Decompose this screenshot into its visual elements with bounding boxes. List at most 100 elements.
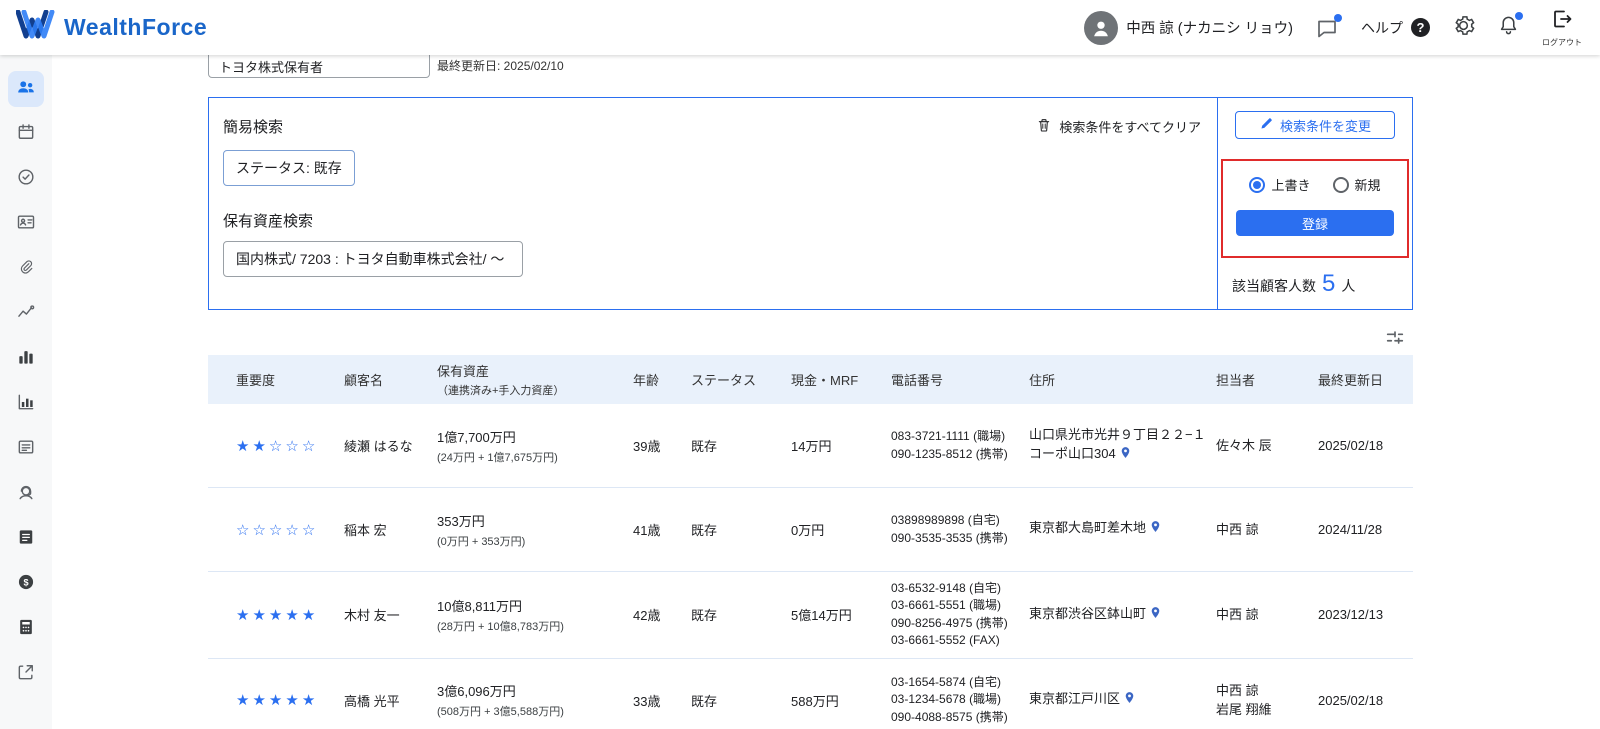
main-content: トヨタ株式保有者 最終更新日: 2025/02/10 簡易検索 ステータス: 既… — [52, 0, 1600, 729]
col-address: 住所 — [1029, 373, 1056, 388]
col-name: 顧客名 — [344, 373, 384, 388]
last-updated-text: 最終更新日: 2025/02/10 — [437, 59, 564, 73]
sidebar-item-customers[interactable] — [8, 71, 44, 107]
location-pin-icon[interactable] — [1123, 691, 1136, 709]
manager-cell: 中西 諒 — [1216, 521, 1259, 537]
page: $ WealthForce 中西 諒 (ナカニシ リョウ) ヘルプ ? ログアウ… — [0, 0, 1600, 729]
cash-cell: 588万円 — [791, 693, 839, 709]
svg-text:$: $ — [23, 577, 28, 587]
col-age: 年齢 — [633, 373, 660, 388]
col-status: ステータス — [691, 373, 757, 388]
notifications-button[interactable] — [1497, 11, 1523, 42]
note-icon — [16, 527, 36, 552]
question-icon: ? — [1411, 18, 1430, 37]
radio-overwrite[interactable]: 上書き — [1249, 175, 1311, 194]
status-filter-chip[interactable]: ステータス: 既存 — [223, 150, 355, 186]
customer-name[interactable]: 高橋 光平 — [344, 683, 437, 718]
sidebar-item-assets[interactable]: $ — [8, 566, 44, 602]
sidebar-item-equalizer[interactable] — [8, 341, 44, 377]
age-cell: 41歳 — [633, 523, 661, 538]
sidebar-item-support[interactable] — [8, 476, 44, 512]
sidebar-item-attachments[interactable] — [8, 251, 44, 287]
register-button[interactable]: 登録 — [1236, 210, 1394, 236]
radio-new-label: 新規 — [1354, 178, 1381, 193]
user-menu[interactable]: 中西 諒 (ナカニシ リョウ) — [1084, 10, 1293, 45]
age-cell: 42歳 — [633, 608, 661, 624]
bar-chart-icon — [16, 347, 36, 372]
calculator-icon — [16, 617, 36, 642]
sidebar-item-analytics[interactable] — [8, 386, 44, 422]
updated-cell: 2024/11/28 — [1318, 522, 1383, 537]
sidebar-item-performance[interactable] — [8, 296, 44, 332]
importance-stars[interactable]: ★★★★★ — [236, 598, 344, 632]
user-name: 中西 諒 (ナカニシ リョウ) — [1126, 21, 1293, 37]
address-cell: 東京都渋谷区鉢山町 — [1029, 596, 1216, 635]
settings-button[interactable] — [1452, 14, 1475, 42]
messages-button[interactable] — [1315, 13, 1342, 40]
customer-name[interactable]: 綾瀬 はるな — [344, 428, 437, 463]
asset-search-label: 保有資産検索 — [223, 213, 314, 230]
status-cell: 既存 — [691, 523, 718, 538]
manager-cell: 中西 諒 — [1216, 607, 1259, 623]
sidebar-item-notes[interactable] — [8, 521, 44, 557]
col-assets: 保有資産 （連携済み+手入力資産） — [437, 364, 565, 397]
sidebar-item-calculator[interactable] — [8, 611, 44, 647]
sidebar-item-calendar[interactable] — [8, 116, 44, 152]
address-cell: 東京都大島町差木地 — [1029, 510, 1216, 549]
help-label: ヘルプ — [1361, 19, 1403, 36]
importance-stars[interactable]: ☆☆☆☆☆ — [236, 513, 344, 547]
table-row[interactable]: ☆☆☆☆☆ 稲本 宏 353万円 (0万円 + 353万円) 41歳 既存 0万円… — [208, 488, 1413, 572]
table-row[interactable]: ★★★★★ 木村 友一 10億8,811万円 (28万円 + 10億8,783万円… — [208, 572, 1413, 659]
search-conditions-left: 簡易検索 ステータス: 既存 保有資産検索 国内株式/ 7203 : トヨタ自動… — [209, 98, 1217, 309]
gear-icon — [1452, 14, 1475, 42]
sidebar-item-export[interactable] — [8, 656, 44, 692]
table-row[interactable]: ★★☆☆☆ 綾瀬 はるな 1億7,700万円 (24万円 + 1億7,675万円)… — [208, 404, 1413, 488]
phone-cell: 03-1654-5874 (自宅) 03-1234-5678 (職場) 090-40… — [891, 674, 1008, 724]
logout-button[interactable]: ログアウト — [1542, 7, 1582, 48]
app-header: WealthForce 中西 諒 (ナカニシ リョウ) ヘルプ ? ログアウト — [0, 0, 1600, 55]
logo[interactable]: WealthForce — [15, 9, 207, 45]
col-phone: 電話番号 — [891, 373, 944, 388]
importance-stars[interactable]: ★★☆☆☆ — [236, 429, 344, 463]
status-cell: 既存 — [691, 608, 718, 624]
table-row[interactable]: ★★★★★ 高橋 光平 3億6,096万円 (508万円 + 3億5,588万円)… — [208, 659, 1413, 729]
status-cell: 既存 — [691, 693, 718, 709]
help-button[interactable]: ヘルプ ? — [1361, 18, 1430, 38]
sidebar-item-forms[interactable] — [8, 431, 44, 467]
support-icon — [16, 482, 36, 507]
location-pin-icon[interactable] — [1149, 606, 1162, 624]
people-icon — [15, 76, 37, 103]
col-updated: 最終更新日 — [1318, 373, 1384, 388]
asset-search-value[interactable]: 国内株式/ 7203 : トヨタ自動車株式会社/ 〜 — [223, 241, 523, 277]
table-filter-settings-button[interactable] — [1384, 327, 1406, 349]
logout-icon — [1550, 7, 1574, 36]
change-conditions-button[interactable]: 検索条件を変更 — [1235, 111, 1395, 139]
line-chart-icon — [16, 302, 36, 327]
cash-cell: 14万円 — [791, 439, 832, 454]
col-cash: 現金・MRF — [791, 373, 859, 388]
age-cell: 39歳 — [633, 439, 661, 454]
assets-cell: 3億6,096万円 (508万円 + 3億5,588万円) — [437, 684, 564, 719]
save-mode-radio-group: 上書き 新規 — [1223, 175, 1407, 194]
sidebar: $ — [0, 55, 52, 729]
importance-stars[interactable]: ★★★★★ — [236, 683, 344, 717]
customer-name[interactable]: 木村 友一 — [344, 597, 437, 632]
radio-new[interactable]: 新規 — [1332, 175, 1381, 194]
radio-new-circle — [1332, 176, 1349, 193]
location-pin-icon[interactable] — [1119, 447, 1132, 464]
customer-name[interactable]: 稲本 宏 — [344, 512, 437, 547]
location-pin-icon[interactable] — [1149, 521, 1162, 538]
matched-suffix: 人 — [1341, 278, 1356, 294]
paperclip-icon — [16, 257, 36, 282]
updated-cell: 2023/12/13 — [1318, 607, 1384, 623]
sidebar-item-contacts[interactable] — [8, 206, 44, 242]
messages-notification-dot — [1334, 13, 1342, 22]
status-cell: 既存 — [691, 439, 718, 454]
assets-cell: 1億7,700万円 (24万円 + 1億7,675万円) — [437, 429, 558, 464]
cash-cell: 0万円 — [791, 523, 825, 538]
sidebar-item-tasks[interactable] — [8, 161, 44, 197]
clear-all-conditions-button[interactable]: 検索条件をすべてクリア — [1036, 116, 1201, 137]
matched-prefix: 該当顧客人数 — [1232, 278, 1316, 294]
tune-icon — [1384, 331, 1406, 353]
logout-label: ログアウト — [1542, 38, 1582, 47]
